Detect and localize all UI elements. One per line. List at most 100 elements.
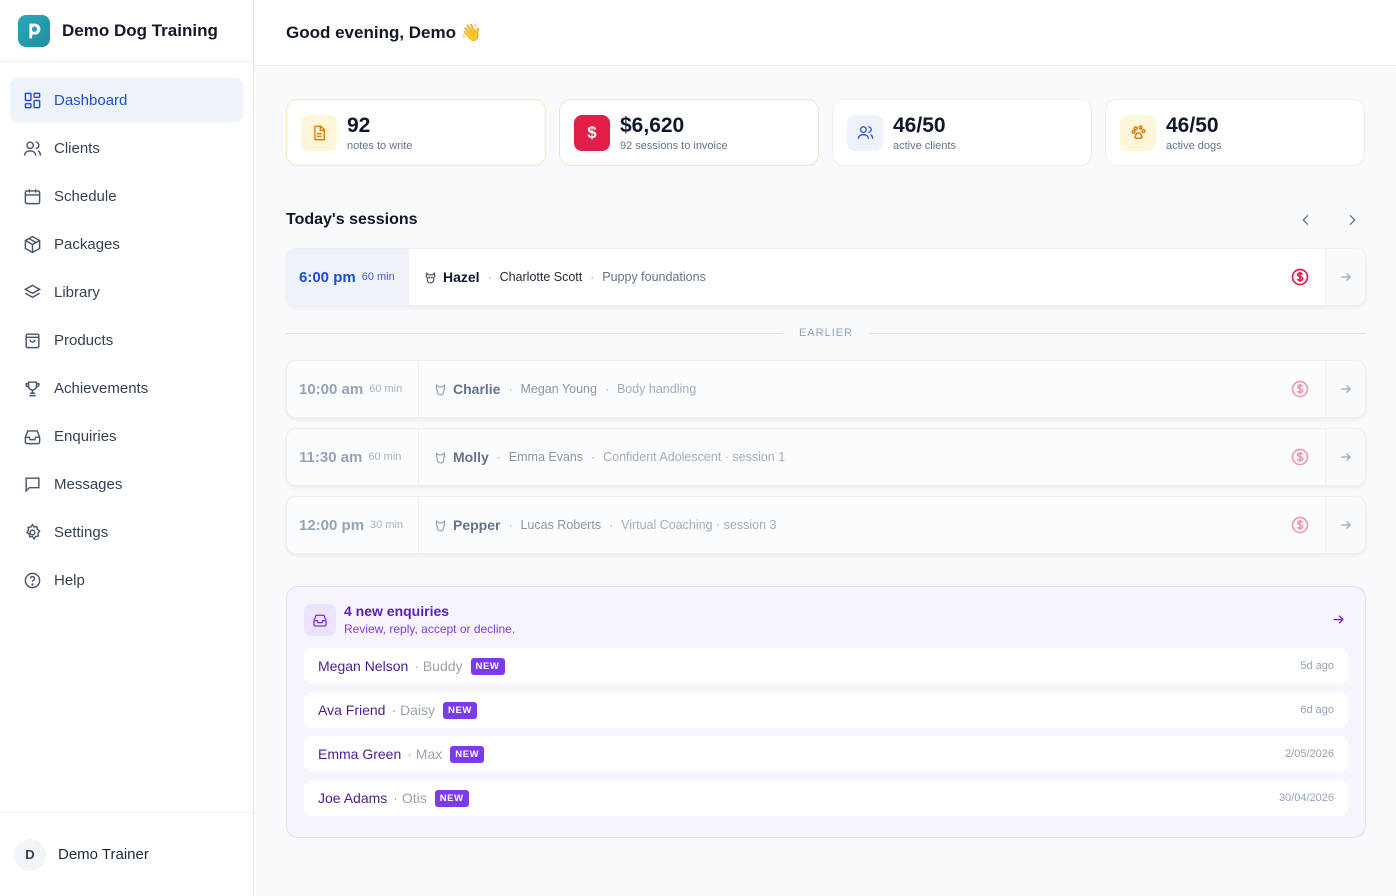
session-owner: Charlotte Scott [499, 270, 583, 284]
stat-label: active dogs [1166, 139, 1222, 152]
sidebar-item-dashboard[interactable]: Dashboard [10, 78, 243, 122]
unpaid-dollar-icon[interactable] [1289, 514, 1311, 536]
section-title: Today's sessions [286, 211, 418, 228]
arrow-right-icon[interactable] [1325, 249, 1365, 305]
sidebar-item-settings[interactable]: Settings [10, 510, 243, 554]
stat-card-notes[interactable]: 92 notes to write [286, 99, 546, 166]
dashboard-icon [22, 90, 42, 110]
unpaid-dollar-icon[interactable] [1289, 378, 1311, 400]
enquiry-name: Megan Nelson [318, 658, 409, 674]
sidebar-item-products[interactable]: Products [10, 318, 243, 362]
inbox-icon [22, 426, 42, 446]
session-program: Virtual Coaching · session 3 [621, 518, 777, 532]
enquiry-dog: · Daisy [391, 702, 436, 718]
session-row[interactable]: 11:30 am 60 min Molly · Emma Evans · Con… [286, 428, 1366, 486]
sidebar-nav: Dashboard Clients Schedule Packages Libr… [0, 62, 253, 602]
session-duration: 30 min [370, 519, 404, 531]
sidebar-item-clients[interactable]: Clients [10, 126, 243, 170]
dashboard-main: 92 notes to write $ $6,620 92 sessions t… [286, 99, 1367, 838]
sidebar-item-enquiries[interactable]: Enquiries [10, 414, 243, 458]
unpaid-dollar-icon[interactable] [1289, 266, 1311, 288]
arrow-right-icon[interactable] [1325, 361, 1365, 417]
session-dog: Pepper [453, 517, 501, 533]
enquiry-row[interactable]: Joe Adams · Otis NEW 30/04/2026 [304, 780, 1348, 816]
separator: · [508, 518, 513, 532]
enquiry-time: 5d ago [1300, 660, 1334, 672]
enquiry-row[interactable]: Megan Nelson · Buddy NEW 5d ago [304, 648, 1348, 684]
sidebar-item-library[interactable]: Library [10, 270, 243, 314]
separator: · [591, 450, 596, 464]
chevron-right-icon[interactable] [1342, 210, 1362, 230]
sidebar-item-messages[interactable]: Messages [10, 462, 243, 506]
new-badge: NEW [450, 745, 485, 763]
brand[interactable]: Demo Dog Training [0, 0, 253, 62]
layers-icon [22, 282, 42, 302]
new-badge: NEW [443, 701, 477, 719]
enquiry-row[interactable]: Ava Friend · Daisy NEW 6d ago [304, 692, 1348, 728]
stat-card-clients[interactable]: 46/50 active clients [832, 99, 1092, 166]
session-time: 10:00 am 60 min [287, 361, 419, 417]
session-dog: Molly [453, 449, 489, 465]
enquiries-header[interactable]: 4 new enquiries Review, reply, accept or… [304, 603, 1348, 636]
help-icon [22, 570, 42, 590]
unpaid-dollar-icon[interactable] [1289, 446, 1311, 468]
new-badge: NEW [434, 789, 469, 807]
stat-value: 46/50 [1166, 113, 1219, 137]
session-row[interactable]: 10:00 am 60 min Charlie · Megan Young · … [286, 360, 1366, 418]
brand-name: Demo Dog Training [62, 20, 218, 40]
message-icon [22, 474, 42, 494]
dog-icon [433, 518, 447, 532]
session-time-value: 10:00 am [299, 380, 364, 398]
user-menu[interactable]: D Demo Trainer [0, 812, 253, 896]
stat-card-invoice[interactable]: $ $6,620 92 sessions to invoice [559, 99, 819, 166]
document-icon [301, 114, 337, 151]
sidebar-item-label: Packages [54, 235, 120, 253]
sidebar-item-label: Messages [54, 475, 123, 493]
sidebar-item-schedule[interactable]: Schedule [10, 174, 243, 218]
package-icon [22, 234, 42, 254]
session-owner: Lucas Roberts [520, 518, 602, 532]
sidebar-item-label: Clients [54, 139, 100, 157]
session-program: Confident Adolescent · session 1 [603, 450, 786, 464]
sidebar-item-label: Library [54, 283, 100, 301]
sidebar-item-label: Enquiries [54, 427, 117, 445]
session-info: Charlie · Megan Young · Body handling [419, 381, 1289, 397]
enquiries-title: 4 new enquiries [344, 603, 450, 619]
sessions-header: Today's sessions [286, 207, 1366, 233]
session-info: Pepper · Lucas Roberts · Virtual Coachin… [419, 517, 1289, 533]
arrow-right-icon[interactable] [1325, 429, 1365, 485]
sidebar-item-achievements[interactable]: Achievements [10, 366, 243, 410]
arrow-right-icon[interactable] [1328, 610, 1348, 630]
enquiry-name: Joe Adams [318, 790, 388, 806]
session-time: 11:30 am 60 min [287, 429, 419, 485]
sidebar-item-packages[interactable]: Packages [10, 222, 243, 266]
new-badge: NEW [470, 657, 505, 675]
greeting: Good evening, Demo 👋 [286, 22, 482, 42]
enquiry-dog: · Otis [393, 790, 427, 806]
session-time-value: 6:00 pm [299, 268, 356, 286]
session-time: 12:00 pm 30 min [287, 497, 419, 553]
shopping-bag-icon [22, 330, 42, 350]
sidebar-item-help[interactable]: Help [10, 558, 243, 602]
stat-card-dogs[interactable]: 46/50 active dogs [1105, 99, 1365, 166]
sidebar-item-label: Settings [54, 523, 109, 541]
session-row[interactable]: 6:00 pm 60 min Hazel · Charlotte Scott ·… [286, 248, 1366, 306]
trophy-icon [22, 378, 42, 398]
session-program: Body handling [616, 382, 697, 396]
session-duration: 60 min [361, 271, 395, 283]
earlier-label: EARLIER [798, 327, 854, 339]
enquiry-time: 2/05/2026 [1285, 748, 1334, 760]
chevron-left-icon[interactable] [1296, 210, 1316, 230]
arrow-right-icon[interactable] [1325, 497, 1365, 553]
enquiry-row[interactable]: Emma Green · Max NEW 2/05/2026 [304, 736, 1348, 772]
session-row[interactable]: 12:00 pm 30 min Pepper · Lucas Roberts ·… [286, 496, 1366, 554]
sidebar-item-label: Products [54, 331, 114, 349]
enquiries-list: Megan Nelson · Buddy NEW 5d ago Ava Frie… [304, 648, 1348, 816]
sidebar-item-label: Schedule [54, 187, 117, 205]
stat-value: 46/50 [893, 113, 946, 137]
gear-icon [22, 522, 42, 542]
separator: · [487, 270, 492, 284]
separator: · [609, 518, 614, 532]
enquiry-name: Ava Friend [318, 702, 386, 718]
dog-icon [433, 382, 447, 396]
